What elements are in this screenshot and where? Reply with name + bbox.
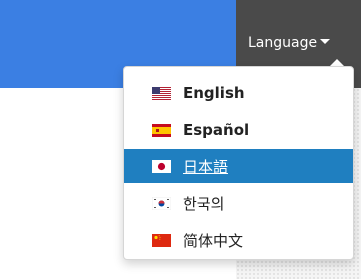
menu-item-japanese[interactable]: 日本語 [124, 149, 353, 183]
menu-item-korean[interactable]: 한국의 [124, 186, 353, 220]
us-flag-icon [152, 86, 171, 100]
menu-pointer-arrow [330, 59, 344, 66]
menu-item-chinese[interactable]: 简体中文 [124, 223, 353, 257]
menu-item-label: 日本語 [183, 157, 229, 176]
menu-item-label: English [183, 84, 245, 102]
korea-flag-icon [152, 196, 171, 210]
menu-item-label: 简体中文 [183, 231, 244, 250]
china-flag-icon [152, 233, 171, 247]
menu-item-label: Español [183, 121, 250, 139]
language-menu: English Español 日本語 한국의 简体中文 [123, 66, 354, 260]
caret-down-icon [320, 39, 331, 44]
menu-item-label: 한국의 [183, 194, 225, 213]
japan-flag-icon [152, 159, 171, 173]
menu-item-espanol[interactable]: Español [124, 113, 353, 147]
language-label: Language [248, 35, 318, 51]
spain-flag-icon [152, 123, 171, 137]
menu-item-english[interactable]: English [124, 76, 353, 110]
